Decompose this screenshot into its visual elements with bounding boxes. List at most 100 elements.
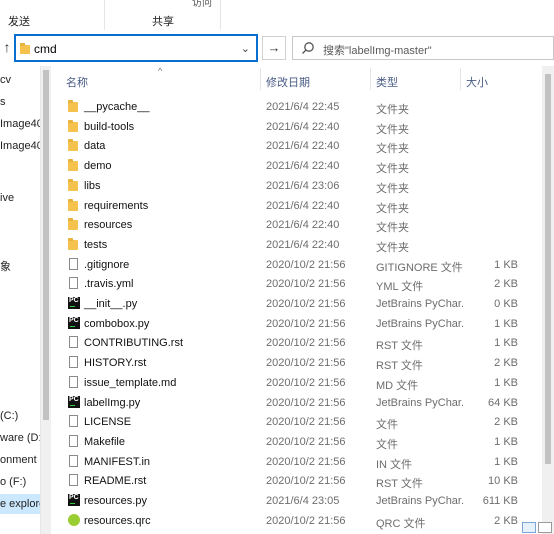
- file-size: 64 KB: [488, 396, 518, 409]
- file-name: issue_template.md: [84, 376, 177, 389]
- file-row[interactable]: Makefile 2020/10/2 21:56 文件 1 KB: [56, 432, 542, 452]
- file-type: MD 文件: [376, 379, 419, 392]
- file-row[interactable]: combobox.py 2020/10/2 21:56 JetBrains PyCh…: [56, 314, 542, 334]
- file-type: 文件夹: [376, 123, 409, 136]
- folder-icon: [68, 237, 80, 251]
- file-size: 611 KB: [482, 495, 518, 507]
- nav-item[interactable]: ware (D:): [0, 432, 40, 444]
- address-row: ↑ cmd ⌄ → 搜索"labelImg-master": [0, 30, 554, 66]
- file-list-scroll-thumb[interactable]: [545, 74, 551, 464]
- file-type: RST 文件: [376, 478, 423, 491]
- document-icon: [68, 474, 80, 487]
- nav-item[interactable]: s: [0, 96, 6, 108]
- file-row[interactable]: README.rst 2020/10/2 21:56 RST 文件 10 KB: [56, 471, 542, 491]
- file-type: YML 文件: [376, 281, 424, 294]
- file-size: 1 KB: [494, 435, 518, 448]
- file-date: 2021/6/4 22:40: [266, 140, 340, 153]
- file-name: build-tools: [84, 120, 135, 133]
- column-name[interactable]: 名称: [66, 74, 88, 90]
- nav-item[interactable]: Image40: [0, 140, 40, 152]
- file-row[interactable]: resources.py 2021/6/4 23:05 JetBrains PyCh…: [56, 491, 542, 511]
- up-arrow-icon[interactable]: ↑: [2, 38, 12, 56]
- file-name: combobox.py: [84, 317, 150, 330]
- search-box[interactable]: 搜索"labelImg-master": [292, 36, 554, 60]
- file-name: LICENSE: [84, 416, 132, 429]
- document-icon: [68, 415, 80, 428]
- nav-item[interactable]: o (F:): [0, 476, 26, 488]
- file-row[interactable]: resources 2021/6/4 22:40 文件夹: [56, 215, 542, 235]
- nav-scroll-thumb[interactable]: [43, 70, 49, 420]
- file-row[interactable]: libs 2021/6/4 23:06 文件夹: [56, 176, 542, 196]
- go-button[interactable]: →: [262, 36, 286, 60]
- file-date: 2021/6/4 22:40: [266, 160, 340, 173]
- column-date[interactable]: 修改日期: [266, 74, 310, 90]
- file-row[interactable]: issue_template.md 2020/10/2 21:56 MD 文件 1 K…: [56, 373, 542, 393]
- file-row[interactable]: .travis.yml 2020/10/2 21:56 YML 文件 2 KB: [56, 274, 542, 294]
- nav-item[interactable]: Image40: [0, 118, 40, 130]
- file-date: 2020/10/2 21:56: [266, 337, 346, 350]
- share-tab[interactable]: 共享: [152, 13, 174, 29]
- nav-item-selected[interactable]: e explore: [0, 494, 40, 514]
- address-bar[interactable]: cmd ⌄: [14, 34, 258, 62]
- folder-icon: [68, 198, 80, 212]
- file-name: README.rst: [84, 475, 147, 488]
- file-row[interactable]: LICENSE 2020/10/2 21:56 文件 2 KB: [56, 412, 542, 432]
- nav-scrollbar[interactable]: [40, 66, 51, 534]
- file-row[interactable]: .gitignore 2020/10/2 21:56 GITIGNORE 文件 1 K…: [56, 255, 542, 275]
- file-size: 2 KB: [494, 278, 518, 291]
- file-row[interactable]: CONTRIBUTING.rst 2020/10/2 21:56 RST 文件 1 K…: [56, 333, 542, 353]
- file-row[interactable]: requirements 2021/6/4 22:40 文件夹: [56, 196, 542, 216]
- column-divider[interactable]: [370, 68, 371, 90]
- address-input[interactable]: cmd: [34, 42, 57, 56]
- pycharm-file-icon: [68, 316, 80, 330]
- file-row[interactable]: demo 2021/6/4 22:40 文件夹: [56, 156, 542, 176]
- column-divider[interactable]: [460, 68, 461, 90]
- file-type: QRC 文件: [376, 517, 426, 530]
- document-icon: [68, 434, 80, 448]
- file-list-scrollbar[interactable]: [542, 66, 554, 534]
- file-row[interactable]: data 2021/6/4 22:40 文件夹: [56, 136, 542, 156]
- nav-item[interactable]: ive: [0, 192, 14, 204]
- column-divider[interactable]: [260, 68, 261, 90]
- nav-item[interactable]: onment (: [0, 454, 40, 466]
- file-name: requirements: [84, 199, 149, 212]
- file-type: RST 文件: [376, 340, 423, 353]
- file-row[interactable]: HISTORY.rst 2020/10/2 21:56 RST 文件 2 KB: [56, 353, 542, 373]
- details-view-icon[interactable]: [522, 522, 536, 533]
- nav-item[interactable]: (C:): [0, 410, 18, 422]
- document-icon: [68, 277, 80, 290]
- file-date: 2021/6/4 22:40: [266, 120, 340, 133]
- file-date: 2020/10/2 21:56: [266, 298, 346, 310]
- nav-item[interactable]: cv: [0, 74, 11, 86]
- file-type: 文件夹: [376, 182, 409, 195]
- file-row[interactable]: tests 2021/6/4 22:40 文件夹: [56, 235, 542, 255]
- search-input[interactable]: 搜索"labelImg-master": [323, 42, 432, 58]
- folder-icon: [68, 218, 80, 231]
- column-type[interactable]: 类型: [376, 74, 398, 90]
- file-row[interactable]: __init__.py 2020/10/2 21:56 JetBrains PyCh…: [56, 294, 542, 314]
- large-icons-view-icon[interactable]: [538, 522, 552, 533]
- file-name: libs: [84, 179, 101, 192]
- file-row[interactable]: labelImg.py 2020/10/2 21:56 JetBrains PyCh…: [56, 393, 542, 413]
- file-list: ^ 名称 修改日期 类型 大小 __pycache__ 2021/6/4 22:4…: [56, 66, 542, 534]
- nav-item[interactable]: 象: [0, 258, 11, 274]
- file-date: 2020/10/2 21:56: [266, 376, 346, 389]
- view-switcher: [520, 522, 554, 534]
- file-size: 1 KB: [494, 258, 518, 271]
- file-row[interactable]: build-tools 2021/6/4 22:40 文件夹: [56, 117, 542, 137]
- file-date: 2021/6/4 23:05: [266, 495, 340, 507]
- send-label[interactable]: 发送: [8, 13, 30, 29]
- file-size: 1 KB: [494, 337, 518, 350]
- file-row[interactable]: MANIFEST.in 2020/10/2 21:56 IN 文件 1 KB: [56, 452, 542, 472]
- file-row[interactable]: __pycache__ 2021/6/4 22:45 文件夹: [56, 97, 542, 117]
- folder-icon: [68, 119, 80, 133]
- file-date: 2021/6/4 22:40: [266, 238, 340, 251]
- folder-icon: [20, 43, 30, 54]
- file-name: resources: [84, 219, 133, 232]
- column-size[interactable]: 大小: [466, 74, 488, 90]
- file-name: .gitignore: [84, 258, 130, 271]
- file-row[interactable]: resources.qrc 2020/10/2 21:56 QRC 文件 2 KB: [56, 511, 542, 531]
- file-type: JetBrains PyChar...: [376, 495, 464, 507]
- chevron-down-icon[interactable]: ⌄: [241, 42, 250, 55]
- file-size: 1 KB: [494, 376, 518, 389]
